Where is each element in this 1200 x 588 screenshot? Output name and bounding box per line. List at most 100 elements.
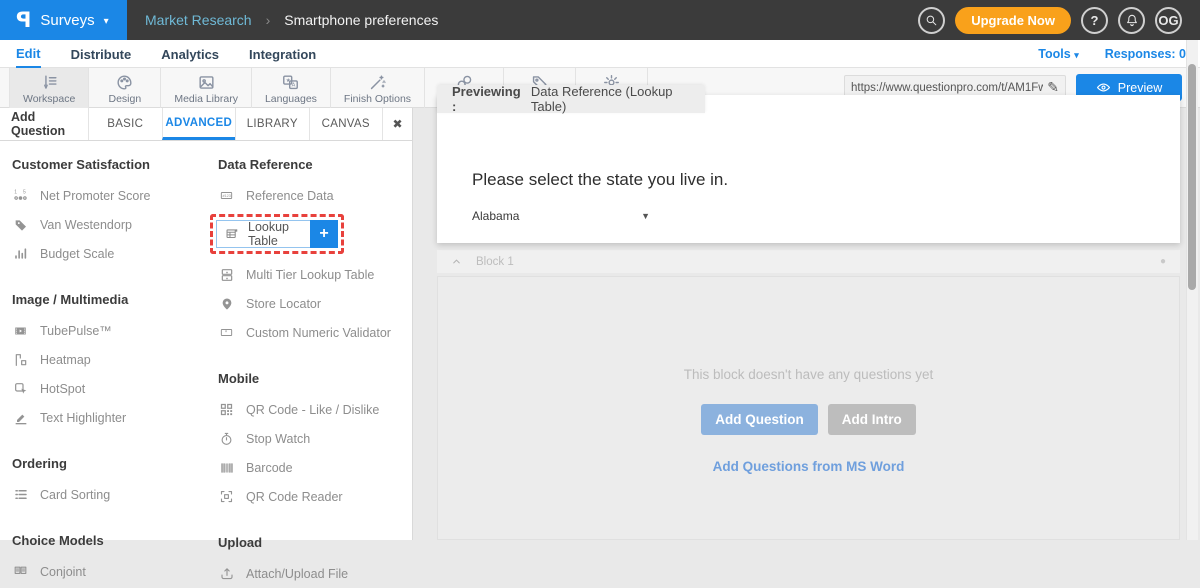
- toolbar-finish-options[interactable]: Finish Options: [331, 68, 425, 108]
- section-heading: Ordering: [12, 456, 207, 471]
- tab-integration[interactable]: Integration: [249, 40, 316, 68]
- sorted-list-icon: [12, 487, 29, 502]
- add-intro-button[interactable]: Add Intro: [828, 404, 916, 435]
- question-type-stop-watch[interactable]: Stop Watch: [218, 424, 413, 453]
- previewing-label: Previewing :: [452, 84, 526, 114]
- price-tag-icon: [12, 217, 29, 233]
- upload-icon: [218, 566, 235, 581]
- numeric-validator-icon: *: [218, 326, 235, 339]
- section-heading: Data Reference: [218, 157, 413, 172]
- barcode-icon: [218, 461, 235, 475]
- question-type-qr-code-like-dislike[interactable]: QR Code - Like / Dislike: [218, 395, 413, 424]
- tab-analytics[interactable]: Analytics: [161, 40, 219, 68]
- section-heading: Customer Satisfaction: [12, 157, 207, 172]
- block-menu-icon[interactable]: ●: [1160, 256, 1166, 267]
- question-type-budget-scale[interactable]: Budget Scale: [12, 239, 207, 268]
- top-header-bar: P Surveys ▾ Market Research › Smartphone…: [0, 0, 1200, 40]
- nps-scale-icon: 15: [12, 188, 29, 203]
- help-icon[interactable]: ?: [1081, 7, 1108, 34]
- question-type-tubepulse[interactable]: TubePulse™: [12, 316, 207, 345]
- svg-text:#123: #123: [222, 194, 230, 198]
- design-palette-icon: [115, 73, 134, 92]
- tab-basic[interactable]: BASIC: [88, 108, 162, 140]
- workspace-icon: [40, 73, 59, 92]
- responses-count[interactable]: Responses: 0: [1105, 47, 1186, 61]
- section-heading: Upload: [218, 535, 413, 550]
- panel-tab-bar: Add Question BASIC ADVANCED LIBRARY CANV…: [0, 108, 412, 141]
- question-type-lookup-table[interactable]: Lookup Table: [216, 220, 310, 248]
- chevron-down-icon: ▾: [104, 16, 109, 27]
- tab-canvas[interactable]: CANVAS: [309, 108, 383, 140]
- panel-column-1: Customer Satisfaction 15 Net Promoter Sc…: [12, 149, 207, 586]
- toolbar-languages[interactable]: ★A Languages: [252, 68, 331, 108]
- product-name: Surveys: [40, 12, 94, 29]
- panel-title: Add Question: [0, 108, 88, 140]
- qr-reader-icon: [218, 489, 235, 504]
- state-dropdown[interactable]: Alabama ▼: [472, 205, 650, 227]
- avatar[interactable]: OG: [1155, 7, 1182, 34]
- edit-url-pencil-icon[interactable]: ✎: [1047, 79, 1059, 96]
- block-buttons: Add Question Add Intro: [701, 404, 916, 435]
- stopwatch-icon: [218, 431, 235, 447]
- tab-library[interactable]: LIBRARY: [235, 108, 309, 140]
- question-type-reference-data[interactable]: #123 Reference Data: [218, 181, 413, 210]
- tab-advanced[interactable]: ADVANCED: [162, 108, 236, 140]
- preview-question-text: Please select the state you live in.: [472, 170, 728, 190]
- question-type-multi-tier-lookup-table[interactable]: Multi Tier Lookup Table: [218, 260, 413, 289]
- question-type-custom-numeric-validator[interactable]: * Custom Numeric Validator: [218, 318, 413, 347]
- toolbar-media-library[interactable]: Media Library: [161, 68, 252, 108]
- multi-tier-icon: [218, 267, 235, 283]
- cursor-hotspot-icon: [12, 381, 29, 397]
- breadcrumb-survey-title: Smartphone preferences: [284, 12, 438, 28]
- block-header-bar[interactable]: Block 1 ●: [437, 250, 1180, 273]
- toolbar-design[interactable]: Design: [89, 68, 161, 108]
- toolbar-workspace[interactable]: Workspace: [9, 68, 89, 108]
- add-question-button[interactable]: Add Question: [701, 404, 818, 435]
- question-type-attach-upload-file[interactable]: Attach/Upload File: [218, 559, 413, 588]
- tab-edit[interactable]: Edit: [16, 40, 41, 68]
- questionpro-logo-menu[interactable]: P Surveys ▾: [0, 0, 127, 40]
- add-questions-from-ms-word-link[interactable]: Add Questions from MS Word: [713, 459, 905, 474]
- previewing-question-type: Data Reference (Lookup Table): [531, 84, 705, 114]
- collapse-block-chevron-icon[interactable]: [451, 256, 462, 267]
- notifications-bell-icon[interactable]: [1118, 7, 1145, 34]
- question-type-text-highlighter[interactable]: Text Highlighter: [12, 403, 207, 432]
- question-type-heatmap[interactable]: Heatmap: [12, 345, 207, 374]
- svg-text:A: A: [292, 82, 296, 88]
- chevron-down-icon: ▾: [1074, 50, 1079, 60]
- question-type-barcode[interactable]: Barcode: [218, 453, 413, 482]
- section-heading: Image / Multimedia: [12, 292, 207, 307]
- questionpro-logo-icon: P: [16, 8, 31, 32]
- conjoint-cards-icon: [12, 564, 29, 579]
- question-type-qr-code-reader[interactable]: QR Code Reader: [218, 482, 413, 511]
- question-type-van-westendorp[interactable]: Van Westendorp: [12, 210, 207, 239]
- page-scrollbar-thumb[interactable]: [1188, 64, 1196, 290]
- add-question-panel: Add Question BASIC ADVANCED LIBRARY CANV…: [0, 108, 413, 540]
- svg-text:5: 5: [23, 190, 26, 196]
- block-body: This block doesn't have any questions ye…: [437, 276, 1180, 540]
- lookup-table-highlight-box: Lookup Table +: [210, 214, 344, 254]
- question-type-card-sorting[interactable]: Card Sorting: [12, 480, 207, 509]
- block-empty-message: This block doesn't have any questions ye…: [684, 367, 933, 382]
- eye-icon: [1096, 80, 1111, 95]
- question-type-net-promoter-score[interactable]: 15 Net Promoter Score: [12, 181, 207, 210]
- video-film-icon: [12, 324, 29, 338]
- map-pin-icon: [218, 296, 235, 312]
- heatmap-icon: [12, 352, 29, 368]
- lookup-table-icon: [224, 227, 240, 241]
- question-type-store-locator[interactable]: Store Locator: [218, 289, 413, 318]
- breadcrumb-folder[interactable]: Market Research: [145, 12, 252, 28]
- question-type-hotspot[interactable]: HotSpot: [12, 374, 207, 403]
- section-heading: Choice Models: [12, 533, 207, 548]
- upgrade-now-button[interactable]: Upgrade Now: [955, 7, 1071, 34]
- panel-column-2: Data Reference #123 Reference Data Looku…: [218, 149, 413, 588]
- add-lookup-table-button[interactable]: +: [310, 220, 338, 248]
- block-title[interactable]: Block 1: [476, 256, 514, 268]
- survey-url-input[interactable]: [851, 82, 1043, 94]
- question-type-conjoint[interactable]: Conjoint: [12, 557, 207, 586]
- search-icon[interactable]: [918, 7, 945, 34]
- section-heading: Mobile: [218, 371, 413, 386]
- close-panel-icon[interactable]: ✖: [382, 108, 412, 140]
- tab-distribute[interactable]: Distribute: [71, 40, 132, 68]
- tools-menu[interactable]: Tools ▾: [1038, 47, 1078, 61]
